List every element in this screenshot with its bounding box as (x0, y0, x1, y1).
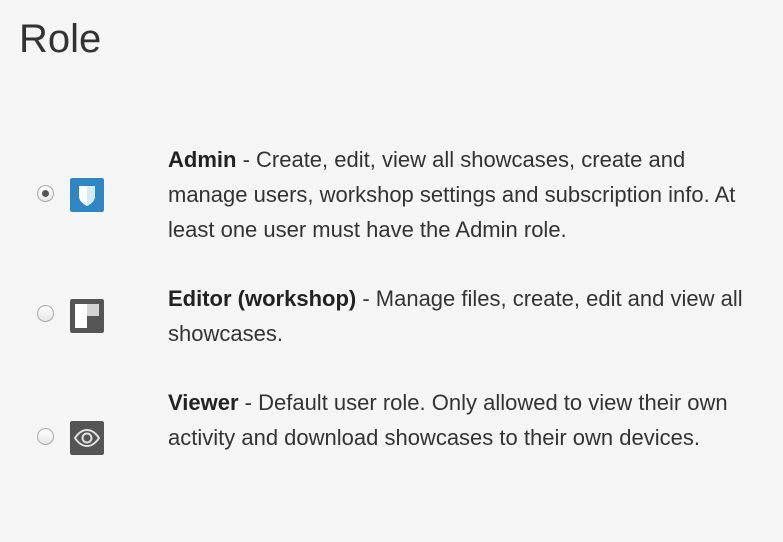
viewer-role-name: Viewer (168, 390, 239, 415)
page-title: Role (19, 17, 102, 61)
grid-squares-icon (70, 299, 104, 333)
admin-role-description: - Create, edit, view all showcases, crea… (168, 147, 736, 242)
editor-role-name: Editor (workshop) (168, 286, 357, 311)
admin-radio-button[interactable] (37, 185, 54, 202)
viewer-role-description: - Default user role. Only allowed to vie… (168, 390, 728, 450)
viewer-radio-button[interactable] (37, 428, 54, 445)
editor-radio-button[interactable] (37, 305, 54, 322)
admin-role-text: Admin - Create, edit, view all showcases… (168, 142, 753, 247)
editor-role-text: Editor (workshop) - Manage files, create… (168, 281, 753, 351)
admin-role-name: Admin (168, 147, 237, 172)
eye-icon (70, 421, 104, 455)
shield-icon (70, 178, 104, 212)
viewer-role-text: Viewer - Default user role. Only allowed… (168, 385, 753, 455)
